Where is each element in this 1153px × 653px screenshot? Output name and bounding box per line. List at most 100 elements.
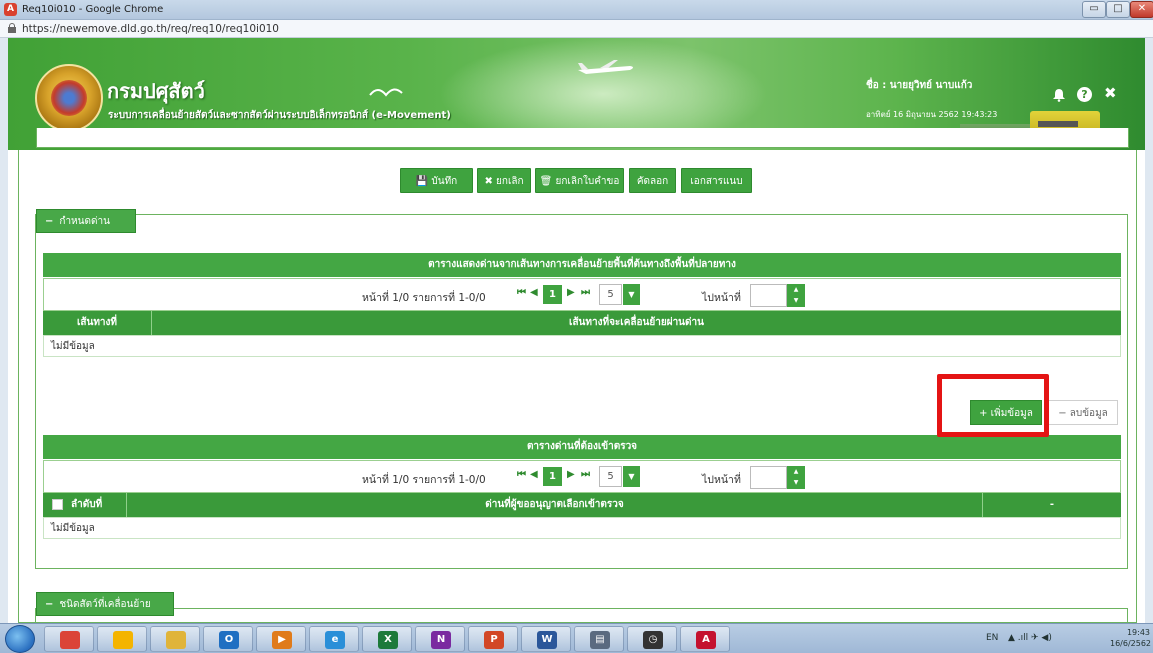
- ie-icon: e: [325, 631, 345, 649]
- lock-icon: [8, 23, 16, 33]
- taskbar-app-printer[interactable]: ▤: [574, 626, 624, 652]
- media-icon: ▶: [272, 631, 292, 649]
- goto-page-input[interactable]: [750, 466, 787, 489]
- goto-page-label: ไปหน้าที่: [702, 292, 741, 304]
- trash-icon: 🗑: [539, 176, 553, 187]
- bell-icon[interactable]: [1052, 88, 1066, 102]
- taskbar-app-chrome[interactable]: [44, 626, 94, 652]
- inspection-table-empty: ไม่มีข้อมูล: [43, 517, 1121, 539]
- first-page-icon[interactable]: ⏮: [517, 469, 526, 483]
- clock[interactable]: 19:43 16/6/2562: [1110, 627, 1152, 649]
- acrobat-icon: A: [696, 631, 716, 649]
- col-route-checkpoints: เส้นทางที่จะเคลื่อนย้ายผ่านด่าน: [569, 317, 704, 328]
- last-page-icon[interactable]: ⏭: [581, 287, 590, 301]
- animal-section-toggle[interactable]: − ชนิดสัตว์ที่เคลื่อนย้าย: [36, 592, 174, 616]
- page-spinner-icon[interactable]: ▲ ▼: [787, 466, 805, 489]
- chevron-down-icon[interactable]: ▼: [623, 466, 640, 487]
- first-page-icon[interactable]: ⏮: [517, 287, 526, 301]
- prev-page-icon[interactable]: ◀: [530, 469, 538, 483]
- current-page[interactable]: 1: [543, 467, 562, 486]
- animal-type-fieldset: [35, 608, 1128, 623]
- page-size-select[interactable]: 5: [599, 284, 622, 305]
- clock-icon: ◷: [643, 631, 663, 649]
- inspection-table-title: ตารางด่านที่ต้องเข้าตรวจ: [43, 435, 1121, 459]
- col-selected-checkpoint: ด่านที่ผู้ขออนุญาตเลือกเข้าตรวจ: [127, 493, 983, 517]
- explorer-icon: [166, 631, 186, 649]
- user-name: ชื่อ : นายยุวิทย์ นาบแก้ว: [866, 80, 973, 91]
- checkpoint-legend: กำหนดด่าน: [59, 216, 110, 227]
- url-text[interactable]: https://newemove.dld.go.th/req/req10/req…: [22, 23, 279, 35]
- taskbar: O ▶ e X N P W ▤ ◷ A EN ▲ .ıll ✈ ◀) 19:43 16/6/2562: [0, 623, 1153, 653]
- top-panel-frame: [36, 128, 1129, 148]
- window-title: Req10i010 - Google Chrome: [22, 4, 164, 15]
- col-route-no: เส้นทางที่: [43, 311, 152, 335]
- col-order: ลำดับที่: [43, 493, 127, 517]
- col-action: -: [1049, 499, 1055, 510]
- attachments-button[interactable]: เอกสารแนบ: [681, 168, 752, 193]
- clock-date: 16/6/2562: [1110, 639, 1152, 648]
- logout-close-icon[interactable]: ✖: [1104, 85, 1118, 101]
- last-page-icon[interactable]: ⏭: [581, 469, 590, 483]
- col-order-label: ลำดับที่: [71, 499, 103, 510]
- copy-button[interactable]: คัดลอก: [629, 168, 676, 193]
- clock-time: 19:43: [1126, 628, 1150, 637]
- route-table-empty: ไม่มีข้อมูล: [43, 335, 1121, 357]
- language-indicator[interactable]: EN: [986, 633, 998, 643]
- delete-data-button[interactable]: − ลบข้อมูล: [1048, 400, 1118, 425]
- taskbar-app-word[interactable]: W: [521, 626, 571, 652]
- next-page-icon[interactable]: ▶: [567, 469, 575, 483]
- goto-page-label: ไปหน้าที่: [702, 474, 741, 486]
- help-icon[interactable]: ?: [1077, 87, 1092, 102]
- word-icon: W: [537, 631, 557, 649]
- outlook-icon: O: [219, 631, 239, 649]
- taskbar-app-powerpoint[interactable]: P: [468, 626, 518, 652]
- checkpoint-section-toggle[interactable]: − กำหนดด่าน: [36, 209, 136, 233]
- save-label: บันทึก: [431, 176, 458, 187]
- taskbar-app-excel[interactable]: X: [362, 626, 412, 652]
- taskbar-app-ie[interactable]: e: [309, 626, 359, 652]
- collapse-icon: −: [45, 216, 54, 227]
- taskbar-app-onenote[interactable]: N: [415, 626, 465, 652]
- route-table-title: ตารางแสดงด่านจากเส้นทางการเคลื่อนย้ายพื้…: [43, 253, 1121, 277]
- save-icon: 💾: [415, 176, 429, 187]
- prev-page-icon[interactable]: ◀: [530, 287, 538, 301]
- taskbar-app-acrobat[interactable]: A: [680, 626, 730, 652]
- chevron-down-icon[interactable]: ▼: [623, 284, 640, 305]
- taskbar-app-outlook[interactable]: O: [203, 626, 253, 652]
- site-title: กรมปศุสัตว์: [107, 79, 205, 103]
- close-window-button[interactable]: ✕: [1130, 1, 1153, 18]
- title-bar: A Req10i010 - Google Chrome ▭ □ ✕: [0, 0, 1153, 20]
- printer-icon: ▤: [590, 631, 610, 649]
- goto-page-input[interactable]: [750, 284, 787, 307]
- taskbar-app-explorer[interactable]: [150, 626, 200, 652]
- page-size-select[interactable]: 5: [599, 466, 622, 487]
- current-page[interactable]: 1: [543, 285, 562, 304]
- maximize-button[interactable]: □: [1106, 1, 1130, 18]
- save-button[interactable]: 💾 บันทึก: [400, 168, 473, 193]
- start-button[interactable]: [5, 625, 35, 653]
- animal-legend: ชนิดสัตว์ที่เคลื่อนย้าย: [59, 599, 151, 610]
- cancel-request-label: ยกเลิกใบคำขอ: [555, 176, 620, 187]
- route-table-header: เส้นทางที่ เส้นทางที่จะเคลื่อนย้ายผ่านด่…: [43, 311, 1121, 335]
- app-icon: A: [4, 3, 17, 16]
- pager-info: หน้าที่ 1/0 รายการที่ 1-0/0: [362, 474, 486, 486]
- cancel-label: ยกเลิก: [496, 176, 524, 187]
- inspection-table-header: ลำดับที่ ด่านที่ผู้ขออนุญาตเลือกเข้าตรวจ…: [43, 493, 1121, 517]
- page-spinner-icon[interactable]: ▲ ▼: [787, 284, 805, 307]
- taskbar-app-media[interactable]: ▶: [256, 626, 306, 652]
- powerpoint-icon: P: [484, 631, 504, 649]
- taskbar-app-clock[interactable]: ◷: [627, 626, 677, 652]
- next-page-icon[interactable]: ▶: [567, 287, 575, 301]
- onenote-icon: N: [431, 631, 451, 649]
- current-datetime: อาทิตย์ 16 มิถุนายน 2562 19:43:23: [866, 110, 998, 119]
- cancel-request-button[interactable]: 🗑 ยกเลิกใบคำขอ: [535, 168, 624, 193]
- minimize-button[interactable]: ▭: [1082, 1, 1106, 18]
- address-bar[interactable]: https://newemove.dld.go.th/req/req10/req…: [0, 20, 1153, 38]
- excel-icon: X: [378, 631, 398, 649]
- taskbar-app-chrome-2[interactable]: [97, 626, 147, 652]
- chrome-2-icon: [113, 631, 133, 649]
- select-all-checkbox[interactable]: [52, 498, 63, 510]
- cancel-button[interactable]: ✖ ยกเลิก: [477, 168, 531, 193]
- tray-icons[interactable]: ▲ .ıll ✈ ◀): [1008, 633, 1052, 643]
- chrome-icon: [60, 631, 80, 649]
